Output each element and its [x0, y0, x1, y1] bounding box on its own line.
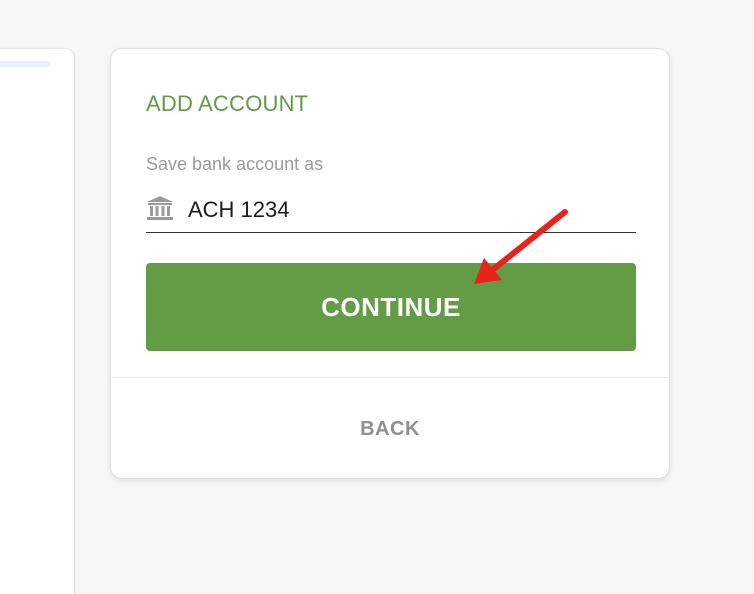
- side-panel: [0, 48, 75, 594]
- continue-button[interactable]: CONTINUE: [146, 263, 636, 351]
- card-divider: [111, 377, 669, 378]
- back-button[interactable]: BACK: [111, 394, 669, 464]
- page: ADD ACCOUNT Save bank account as CONTINU…: [0, 0, 754, 594]
- account-name-field[interactable]: [146, 187, 636, 233]
- account-name-input[interactable]: [188, 196, 628, 224]
- card-title: ADD ACCOUNT: [146, 91, 309, 116]
- bank-icon: [147, 196, 173, 220]
- side-panel-highlight: [0, 61, 51, 67]
- account-name-label: Save bank account as: [146, 154, 324, 174]
- add-account-card: ADD ACCOUNT Save bank account as CONTINU…: [110, 48, 670, 479]
